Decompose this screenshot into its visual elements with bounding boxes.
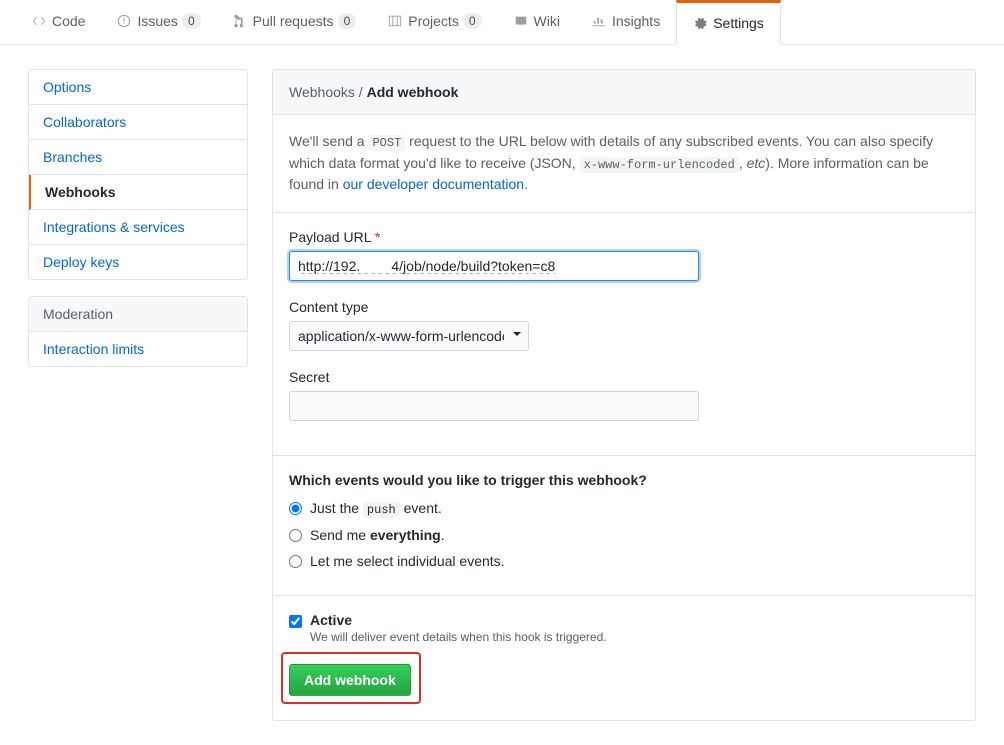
pull-request-icon xyxy=(233,14,247,28)
tab-projects[interactable]: Projects 0 xyxy=(372,0,497,44)
tab-code-label: Code xyxy=(52,13,85,29)
tab-projects-label: Projects xyxy=(408,13,459,29)
sidebar-item-deploykeys[interactable]: Deploy keys xyxy=(29,245,247,279)
radio-everything[interactable]: Send me everything. xyxy=(289,527,959,543)
active-checkbox-row[interactable]: Active We will deliver event details whe… xyxy=(289,612,959,644)
payload-url-label: Payload URL * xyxy=(289,229,959,245)
settings-sidebar: Options Collaborators Branches Webhooks … xyxy=(28,69,248,721)
required-asterisk: * xyxy=(375,229,380,245)
projects-count: 0 xyxy=(463,13,482,29)
content-container: Options Collaborators Branches Webhooks … xyxy=(12,69,992,721)
book-icon xyxy=(514,14,528,28)
issue-icon xyxy=(117,14,131,28)
tab-code[interactable]: Code xyxy=(16,0,101,44)
tab-wiki[interactable]: Wiki xyxy=(498,0,576,44)
sidebar-item-options[interactable]: Options xyxy=(29,70,247,105)
post-code: POST xyxy=(368,135,405,151)
active-desc: We will deliver event details when this … xyxy=(310,630,607,644)
sidebar-item-integrations[interactable]: Integrations & services xyxy=(29,210,247,245)
radio-everything-input[interactable] xyxy=(289,529,302,542)
breadcrumb: Webhooks / Add webhook xyxy=(273,70,975,115)
radio-select-events-input[interactable] xyxy=(289,555,302,568)
payload-url-input[interactable] xyxy=(289,251,699,281)
tab-insights[interactable]: Insights xyxy=(576,0,676,44)
tab-settings-label: Settings xyxy=(713,15,764,31)
sidebar-item-branches[interactable]: Branches xyxy=(29,140,247,175)
tab-wiki-label: Wiki xyxy=(534,13,560,29)
active-label: Active xyxy=(310,612,352,628)
events-title: Which events would you like to trigger t… xyxy=(289,472,959,488)
radio-just-push[interactable]: Just the push event. xyxy=(289,500,959,517)
tab-issues-label: Issues xyxy=(137,13,177,29)
urlencoded-code: x-www-form-urlencoded xyxy=(580,157,739,173)
tab-pulls-label: Pull requests xyxy=(253,13,334,29)
events-section: Which events would you like to trigger t… xyxy=(273,456,975,596)
active-checkbox[interactable] xyxy=(289,615,302,628)
tab-issues[interactable]: Issues 0 xyxy=(101,0,216,44)
moderation-menu: Moderation Interaction limits xyxy=(28,296,248,367)
secret-input[interactable] xyxy=(289,391,699,421)
breadcrumb-add: Add webhook xyxy=(367,84,459,100)
breadcrumb-webhooks[interactable]: Webhooks xyxy=(289,84,355,100)
radio-select-events[interactable]: Let me select individual events. xyxy=(289,553,959,569)
gear-icon xyxy=(693,16,707,30)
content-type-select[interactable]: application/x-www-form-urlencoded xyxy=(289,321,529,351)
pulls-count: 0 xyxy=(338,13,357,29)
secret-group: Secret xyxy=(289,369,959,421)
issues-count: 0 xyxy=(182,13,201,29)
tab-insights-label: Insights xyxy=(612,13,660,29)
intro-text: We'll send a POST request to the URL bel… xyxy=(289,131,959,196)
content-type-label: Content type xyxy=(289,299,959,315)
secret-label: Secret xyxy=(289,369,959,385)
docs-link[interactable]: our developer documentation xyxy=(343,176,524,192)
graph-icon xyxy=(592,14,606,28)
submit-section: Active We will deliver event details whe… xyxy=(273,596,975,720)
intro-section: We'll send a POST request to the URL bel… xyxy=(273,115,975,213)
main-panel: Webhooks / Add webhook We'll send a POST… xyxy=(272,69,976,721)
highlight-annotation: Add webhook xyxy=(281,652,421,704)
payload-url-group: Payload URL * xyxy=(289,229,959,281)
code-icon xyxy=(32,14,46,28)
radio-just-push-input[interactable] xyxy=(289,502,302,515)
sidebar-item-collaborators[interactable]: Collaborators xyxy=(29,105,247,140)
breadcrumb-sep: / xyxy=(355,84,367,100)
tab-settings[interactable]: Settings xyxy=(676,0,781,45)
sidebar-item-webhooks[interactable]: Webhooks xyxy=(29,175,247,210)
tab-pulls[interactable]: Pull requests 0 xyxy=(217,0,373,44)
project-icon xyxy=(388,14,402,28)
form-section: Payload URL * Content type application/x… xyxy=(273,213,975,456)
settings-menu: Options Collaborators Branches Webhooks … xyxy=(28,69,248,280)
moderation-heading: Moderation xyxy=(29,297,247,332)
add-webhook-button[interactable]: Add webhook xyxy=(289,664,411,696)
sidebar-item-interaction-limits[interactable]: Interaction limits xyxy=(29,332,247,366)
content-type-group: Content type application/x-www-form-urle… xyxy=(289,299,959,351)
content-type-select-wrap: application/x-www-form-urlencoded xyxy=(289,321,529,351)
repo-tabs: Code Issues 0 Pull requests 0 Projects 0… xyxy=(0,0,1004,45)
